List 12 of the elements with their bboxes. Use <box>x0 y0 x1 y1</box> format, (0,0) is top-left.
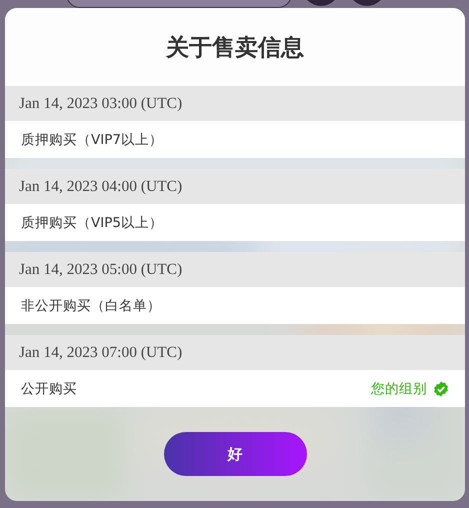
dialog-title: 关于售卖信息 <box>166 32 304 62</box>
sale-type: 公开购买 <box>21 380 77 398</box>
sale-type: 质押购买（VIP7以上） <box>21 130 163 148</box>
sale-time: Jan 14, 2023 04:00 (UTC) <box>5 169 465 204</box>
sale-time: Jan 14, 2023 07:00 (UTC) <box>5 335 465 370</box>
sale-time: Jan 14, 2023 03:00 (UTC) <box>5 86 465 121</box>
ok-button[interactable]: 好 <box>164 432 306 476</box>
verified-check-icon <box>433 380 449 396</box>
sale-type: 质押购买（VIP5以上） <box>21 214 163 232</box>
sale-time: Jan 14, 2023 05:00 (UTC) <box>5 252 465 287</box>
group-label: 您的组别 <box>371 380 427 398</box>
sale-type: 非公开购买（白名单） <box>21 296 161 314</box>
